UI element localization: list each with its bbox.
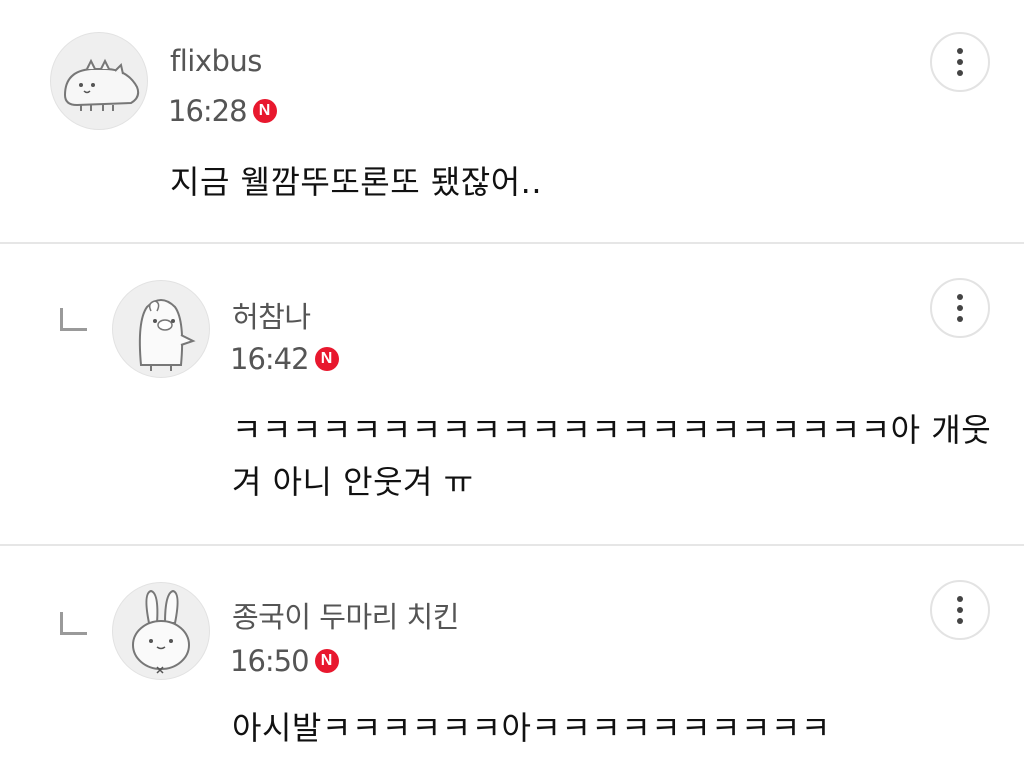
comment-time: 16:28 bbox=[168, 94, 248, 128]
more-vertical-icon bbox=[957, 48, 963, 54]
comment-time: 16:50 bbox=[230, 644, 310, 678]
more-dot bbox=[957, 305, 963, 311]
comment-author[interactable]: flixbus bbox=[170, 44, 262, 78]
more-options-button[interactable] bbox=[930, 580, 990, 640]
comment-meta: 16:50 N bbox=[230, 644, 339, 678]
dinosaur-avatar[interactable] bbox=[50, 32, 148, 130]
comment-item: flixbus 16:28 N 지금 웰깜뚜또론또 됐잖어.. bbox=[0, 0, 1024, 242]
more-vertical-icon bbox=[957, 294, 963, 300]
more-dot bbox=[957, 316, 963, 322]
comment-text: ㅋㅋㅋㅋㅋㅋㅋㅋㅋㅋㅋㅋㅋㅋㅋㅋㅋㅋㅋㅋㅋㅋ아 개웃겨 아니 안웃겨 ㅠ bbox=[232, 411, 992, 501]
more-dot bbox=[957, 607, 963, 613]
more-dot bbox=[957, 59, 963, 65]
more-dot bbox=[957, 70, 963, 76]
comment-time: 16:42 bbox=[230, 342, 310, 376]
comment-meta: 16:42 N bbox=[230, 342, 339, 376]
comment-meta: 16:28 N bbox=[168, 94, 277, 128]
more-options-button[interactable] bbox=[930, 32, 990, 92]
reply-item: 종국이 두마리 치킨 16:50 N 아시발ㅋㅋㅋㅋㅋㅋ아ㅋㅋㅋㅋㅋㅋㅋㅋㅋㅋ bbox=[0, 546, 1024, 776]
new-badge-icon: N bbox=[314, 649, 339, 673]
more-vertical-icon bbox=[957, 596, 963, 602]
reply-item: 허참나 16:42 N ㅋㅋㅋㅋㅋㅋㅋㅋㅋㅋㅋㅋㅋㅋㅋㅋㅋㅋㅋㅋㅋㅋ아 개웃겨 … bbox=[0, 244, 1024, 544]
reply-indent-icon bbox=[60, 308, 87, 331]
penguin-avatar[interactable] bbox=[112, 280, 210, 378]
comment-author[interactable]: 허참나 bbox=[232, 294, 311, 336]
rabbit-avatar[interactable] bbox=[112, 582, 210, 680]
comment-text: 지금 웰깜뚜또론또 됐잖어.. bbox=[170, 163, 543, 201]
comment-text: 아시발ㅋㅋㅋㅋㅋㅋ아ㅋㅋㅋㅋㅋㅋㅋㅋㅋㅋ bbox=[232, 709, 831, 747]
new-badge-icon: N bbox=[314, 347, 339, 371]
more-options-button[interactable] bbox=[930, 278, 990, 338]
comment-author[interactable]: 종국이 두마리 치킨 bbox=[232, 594, 459, 636]
reply-indent-icon bbox=[60, 612, 87, 635]
new-badge-icon: N bbox=[252, 99, 277, 123]
more-dot bbox=[957, 618, 963, 624]
